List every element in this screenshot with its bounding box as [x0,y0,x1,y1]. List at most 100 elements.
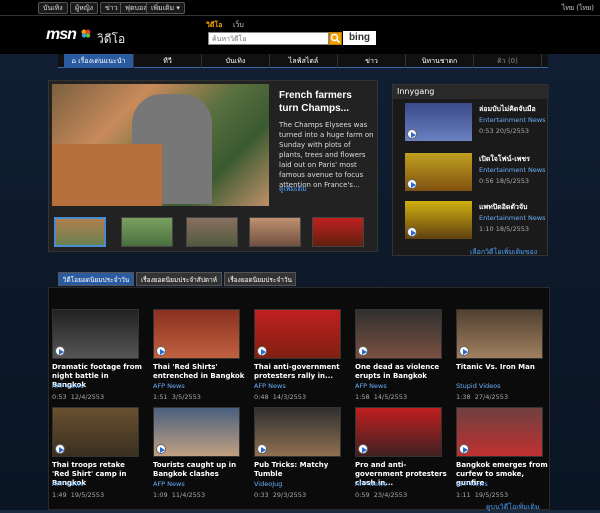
search-button[interactable] [329,32,342,45]
video-source[interactable]: VideoJug [254,480,282,488]
featured-title[interactable]: French farmers turn Champs... [279,89,374,115]
video-thumbnail[interactable] [456,309,543,359]
sidebar-item-source[interactable]: Entertainment News In... [479,166,545,174]
video-title[interactable]: Tourists caught up in Bangkok clashes [153,461,245,479]
tab-daily-stories[interactable]: เรื่องยอดนิยมประจำวัน [224,272,296,286]
video-thumbnail[interactable] [153,309,240,359]
sidebar-panel: Innygang ล่อมบับไม่คิดจับมือ Entertainme… [392,84,549,256]
search-input[interactable]: ค้นหาวิดีโอ [208,32,329,45]
video-meta: 1:58 14/5/2553 [355,393,407,401]
video-card[interactable]: Thai 'Red Shirts' entrenched in Bangkok … [153,309,245,409]
video-meta: 1:09 11/4/2553 [153,491,205,499]
video-card[interactable]: Pub Tricks: Matchy Tumble VideoJug 0:33 … [254,407,344,507]
video-card[interactable]: Tourists caught up in Bangkok clashes AF… [153,407,243,507]
sidebar-item-title[interactable]: เปิดใจโฟน์-เพชร [479,154,545,165]
video-card[interactable]: Dramatic footage from night battle in Ba… [52,309,142,409]
sidebar-item-title[interactable]: แพทปิดอิดตัวจับ [479,202,545,213]
sidebar-item-title[interactable]: ล่อมบับไม่คิดจับมือ [479,104,545,115]
search-icon [330,33,341,44]
sidebar-thumbnail[interactable] [405,153,472,191]
sidebar-title: Innygang [393,85,549,99]
video-date: 27/4/2553 [474,393,509,401]
top-button-more[interactable]: เพิ่มเติม ▾ [146,2,185,14]
video-title[interactable]: Thai 'Red Shirts' entrenched in Bangkok [153,363,245,381]
sidebar-item-source[interactable]: Entertainment News In... [479,116,545,124]
video-thumbnail[interactable] [52,309,139,359]
video-source[interactable]: AFP News [153,480,185,488]
nav-fables[interactable]: นิทานชาดก [406,54,474,68]
section-title: วิดีโอ [97,32,126,46]
video-source[interactable]: AFP News [153,382,185,390]
video-source[interactable]: AFP News [456,480,488,488]
video-source[interactable]: Stupid Videos [456,382,501,390]
video-title[interactable]: Thai anti-government protesters rally in… [254,363,346,381]
thumbnail-2[interactable] [121,217,173,247]
sidebar-item[interactable]: ล่อมบับไม่คิดจับมือ Entertainment News I… [405,103,545,143]
video-card[interactable]: Titanic Vs. Iron Man Stupid Videos 1:38 … [456,309,546,409]
video-date: 23/4/2553 [373,491,408,499]
video-date: 14/5/2553 [373,393,408,401]
more-videos-link[interactable]: ดูบนวิดีโอเพิ่มเติม [486,502,539,513]
play-icon [358,346,368,356]
featured-more-link[interactable]: ดูเพิ่มเติม [279,184,307,195]
video-title[interactable]: Pub Tricks: Matchy Tumble [254,461,346,479]
page: บันเทิง ผู้หญิง ข่าว ฟุตบอล เพิ่มเติม ▾ … [0,0,600,513]
nav-tv[interactable]: ทีวี [134,54,202,68]
search-tab-web[interactable]: เว็บ [233,20,244,31]
thumbnail-4[interactable] [249,217,301,247]
nav-featured[interactable]: ⌂ เรื่องเด่นแนะนำ [64,54,134,68]
nav-queue[interactable]: คิว (0) [474,54,542,68]
nav-lifestyle[interactable]: ไลฟ์สไตล์ [270,54,338,68]
video-title[interactable]: Titanic Vs. Iron Man [456,363,548,372]
sidebar-thumbnail[interactable] [405,103,472,141]
tab-weekly-stories[interactable]: เรื่องยอดนิยมประจำสัปดาห์ [136,272,222,286]
play-icon [407,179,417,189]
sidebar-thumbnail[interactable] [405,201,472,239]
video-thumbnail[interactable] [153,407,240,457]
video-duration: 0:33 [254,491,269,499]
video-card[interactable]: Bangkok emerges from curfew to smoke, gu… [456,407,548,507]
video-thumbnail[interactable] [355,309,442,359]
video-card[interactable]: Pro and anti-government protesters clash… [355,407,447,507]
video-source[interactable]: AFP News [52,480,84,488]
sidebar-more-link[interactable]: เลือกวิดีโอเพิ่มเติมของ [470,247,537,258]
video-source[interactable]: AFP News [355,382,387,390]
sidebar-item-meta: 1:10 18/5/2553 [479,225,530,233]
video-card[interactable]: Thai troops retake 'Red Shirt' camp in B… [52,407,142,507]
featured-video[interactable] [52,84,269,206]
tab-daily-videos[interactable]: วิดีโอยอดนิยมประจำวัน [58,272,134,286]
video-thumbnail[interactable] [52,407,139,457]
video-meta: 0:48 14/3/2553 [254,393,306,401]
search-tab-video[interactable]: วิดีโอ [206,20,222,31]
nav-entertainment[interactable]: บันเทิง [202,54,270,68]
video-thumbnail[interactable] [254,407,341,457]
video-thumbnail[interactable] [456,407,543,457]
video-card[interactable]: One dead as violence erupts in Bangkok A… [355,309,445,409]
video-meta: 1:51 3/5/2553 [153,393,201,401]
video-date: 11/4/2553 [171,491,206,499]
video-date: 12/4/2553 [70,393,105,401]
video-thumbnail[interactable] [254,309,341,359]
sidebar-item-source[interactable]: Entertainment News In... [479,214,545,222]
thumbnail-5[interactable] [312,217,364,247]
top-button-entertainment[interactable]: บันเทิง [38,2,68,14]
video-source[interactable]: AFP News [52,382,84,390]
video-source[interactable]: AFP News [254,382,286,390]
nav-news[interactable]: ข่าว [338,54,406,68]
video-meta: 0:53 12/4/2553 [52,393,104,401]
sidebar-item[interactable]: แพทปิดอิดตัวจับ Entertainment News In...… [405,201,545,241]
video-date: 19/5/2553 [474,491,509,499]
thumbnail-1[interactable] [54,217,106,247]
video-title[interactable]: One dead as violence erupts in Bangkok [355,363,447,381]
video-card[interactable]: Thai anti-government protesters rally in… [254,309,344,409]
video-meta: 1:11 19/5/2553 [456,491,508,499]
language-selector[interactable]: ไทย (ไทย) [562,3,594,14]
video-date: 3/5/2553 [171,393,201,401]
sidebar-item[interactable]: เปิดใจโฟน์-เพชร Entertainment News In...… [405,153,545,193]
video-date: 29/3/2553 [272,491,307,499]
thumbnail-3[interactable] [186,217,238,247]
video-source[interactable]: AFP News [355,480,387,488]
msn-logo[interactable]: msn [46,26,77,44]
top-button-women[interactable]: ผู้หญิง [70,2,99,14]
video-thumbnail[interactable] [355,407,442,457]
